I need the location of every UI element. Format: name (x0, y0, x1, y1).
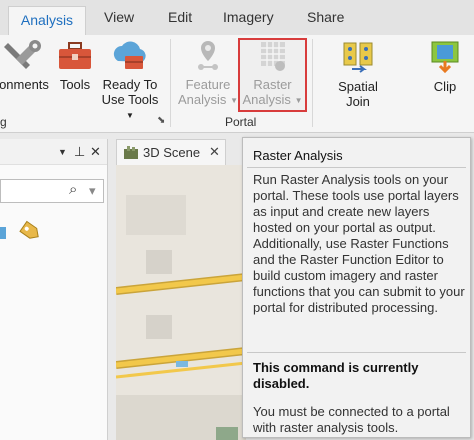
tooltip-disabled-heading: This command is currently disabled. (253, 360, 419, 391)
item-icons (0, 220, 39, 239)
spatial-join-label-line2: Join (346, 94, 370, 109)
ribbon: onments Tools Ready To Use Tools ▼ Featu… (0, 35, 474, 133)
scene-map (116, 165, 246, 440)
clip-label: Clip (433, 79, 457, 94)
group-label-portal: Portal (225, 115, 257, 129)
tab-3d-scene-label: 3D Scene (143, 145, 201, 160)
pane-header: ▼ ⊥ ✕ (0, 139, 107, 165)
chevron-down-icon: ▼ (294, 96, 303, 105)
spatial-join-icon (343, 42, 373, 73)
ready-to-use-tools-button[interactable]: Ready To Use Tools ▼ (98, 39, 162, 123)
chevron-down-icon: ▼ (230, 96, 238, 105)
raster-analysis-label-line1: Raster (253, 77, 292, 92)
ready-to-use-label-line2: Use Tools (101, 92, 159, 107)
close-icon[interactable]: ✕ (209, 144, 220, 160)
raster-analysis-button[interactable]: Raster Analysis ▼ (240, 39, 305, 108)
spatial-join-button[interactable]: Spatial Join (330, 39, 386, 109)
tab-imagery[interactable]: Imagery (223, 9, 274, 25)
tools-label: Tools (59, 77, 91, 92)
ribbon-tab-bar: Analysis View Edit Imagery Share (0, 0, 474, 36)
dialog-launcher-icon[interactable]: ⬊ (157, 115, 165, 126)
raster-grid-icon (260, 42, 285, 71)
spatial-join-label-line1: Spatial (338, 79, 378, 94)
tab-edit[interactable]: Edit (168, 9, 192, 25)
clip-button[interactable]: Clip (424, 39, 466, 94)
feature-analysis-icon (198, 41, 218, 70)
chevron-down-icon: ▼ (126, 111, 134, 120)
cloud-toolbox-icon (113, 41, 146, 69)
feature-analysis-label-line2: Analysis (178, 92, 227, 107)
group-label-geoprocessing: g (0, 115, 7, 129)
tag-icon (19, 220, 39, 239)
tooltip-disabled-reason: You must be connected to a portal with r… (253, 404, 450, 435)
raster-analysis-label-line2: Analysis (242, 92, 291, 107)
search-input[interactable]: ⌕ ▾ (0, 179, 104, 203)
raster-analysis-tooltip: Raster Analysis Run Raster Analysis tool… (242, 137, 471, 438)
scene-view[interactable] (116, 165, 246, 440)
tooltip-divider (247, 352, 466, 353)
chevron-down-icon[interactable]: ▾ (89, 183, 96, 199)
tab-view[interactable]: View (104, 9, 134, 25)
tooltip-title: Raster Analysis (253, 148, 343, 163)
scene-icon (124, 146, 138, 159)
vehicle (176, 361, 188, 367)
pane-options-icon[interactable]: ▼ (58, 147, 67, 157)
wrench-screwdriver-icon (4, 40, 41, 69)
tab-share[interactable]: Share (307, 9, 344, 25)
close-icon[interactable]: ✕ (90, 144, 101, 160)
toolbox-icon (59, 42, 91, 69)
feature-analysis-label-line1: Feature (185, 77, 231, 92)
environments-button[interactable]: onments (0, 39, 52, 92)
clip-icon (431, 41, 459, 74)
tab-3d-scene[interactable]: 3D Scene ✕ (116, 139, 226, 165)
catalog-pane: ▼ ⊥ ✕ ⌕ ▾ (0, 139, 108, 440)
search-icon[interactable]: ⌕ (69, 181, 77, 198)
group-divider (312, 39, 313, 127)
tooltip-divider (247, 167, 466, 168)
ready-to-use-label-line1: Ready To (102, 77, 158, 92)
tools-button[interactable]: Tools (56, 39, 94, 92)
folder-icon (0, 227, 6, 239)
group-divider (170, 39, 171, 127)
tab-analysis[interactable]: Analysis (8, 6, 86, 36)
pin-icon[interactable]: ⊥ (74, 144, 85, 160)
environments-label: onments (0, 77, 49, 92)
feature-analysis-button[interactable]: Feature Analysis ▼ (178, 39, 238, 108)
tooltip-description: Run Raster Analysis tools on your portal… (253, 172, 465, 315)
